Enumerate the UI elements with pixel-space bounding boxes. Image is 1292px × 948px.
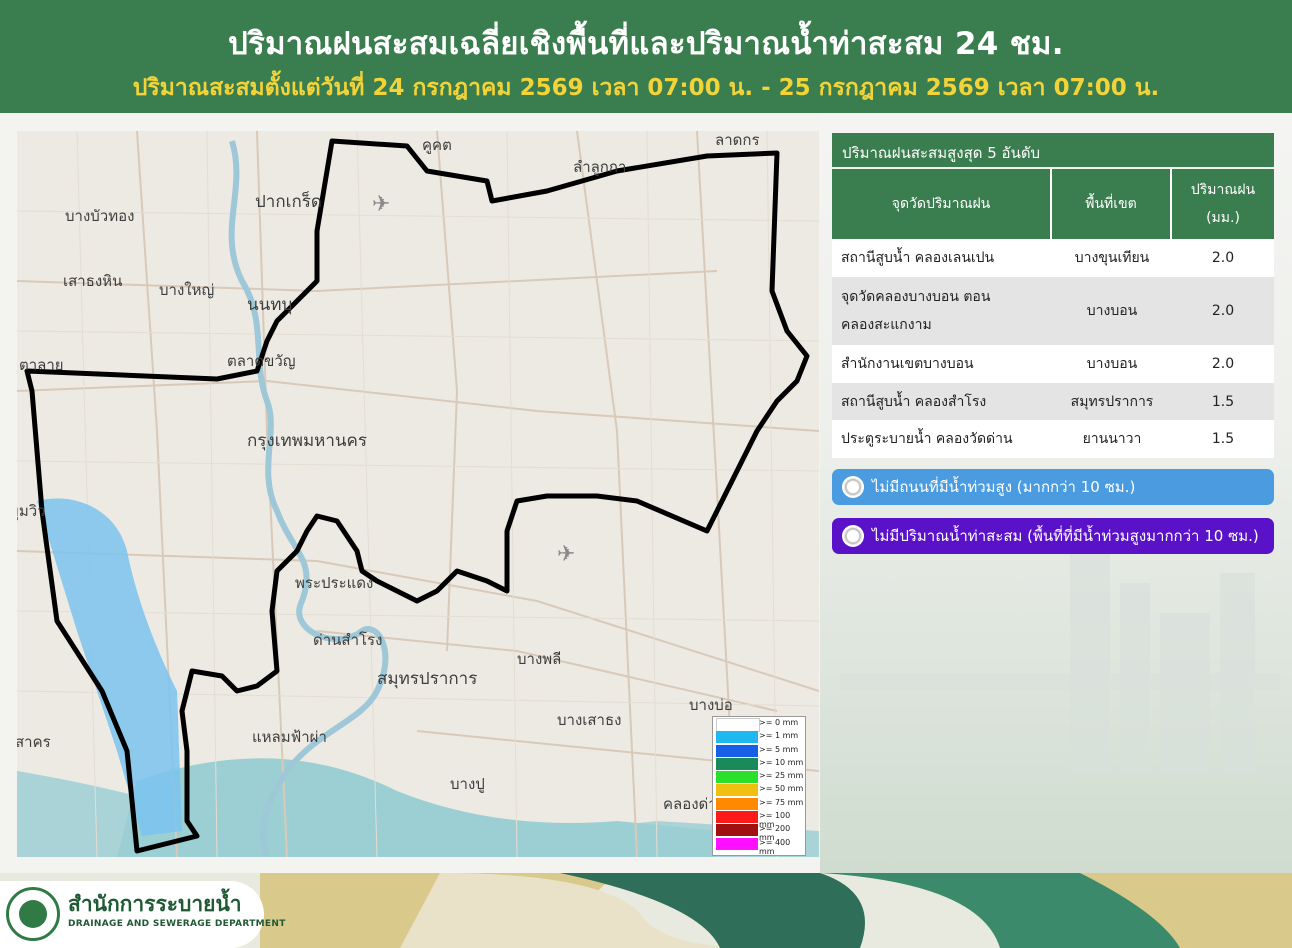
table-row: สถานีสูบน้ำ คลองสำโรง สมุทรปราการ 1.5: [832, 383, 1274, 420]
legend-label: >= 1 mm: [759, 731, 799, 741]
status-roads-badge: ไม่มีถนนที่มีน้ำท่วมสูง (มากกว่า 10 ซม.): [832, 469, 1274, 505]
cell-station: ประตูระบายน้ำ คลองวัดด่าน: [841, 431, 1013, 447]
legend-label: >= 10 mm: [759, 757, 804, 767]
department-seal-icon: [6, 887, 60, 941]
status-runoff-badge: ไม่มีปริมาณน้ำท่าสะสม (พื้นที่ที่มีน้ำท่…: [832, 518, 1274, 554]
place-label: กรุงเทพมหานคร: [247, 431, 368, 451]
legend-swatch: [716, 824, 758, 837]
cell-rainfall: 1.5: [1211, 393, 1235, 410]
chao-phraya-river: [228, 140, 389, 857]
status-dot-icon: [842, 525, 864, 547]
legend-swatch: [716, 771, 758, 784]
status-dot-icon: [842, 476, 864, 498]
top-rainfall-table: ปริมาณฝนสะสมสูงสุด 5 อันดับ จุดวัดปริมาณ…: [832, 133, 1274, 458]
place-label: ด่านสำโรง: [313, 631, 383, 649]
cell-district: บางบอน: [1086, 303, 1138, 319]
cell-station: จุดวัดคลองบางบอน ตอนคลองสะแกงาม: [841, 289, 991, 333]
cell-rainfall: 2.0: [1211, 356, 1235, 372]
place-label: ลำลูกกา: [573, 158, 627, 176]
legend-swatch: [716, 797, 758, 810]
place-label: ตาลาย: [19, 356, 64, 374]
place-label: บางใหญ่: [159, 281, 215, 299]
org-name-english: DRAINAGE AND SEWERAGE DEPARTMENT: [68, 919, 286, 929]
table-row: สถานีสูบน้ำ คลองเลนเปน บางขุนเทียน 2.0: [832, 239, 1274, 277]
legend-item: >= 5 mm: [713, 744, 805, 757]
place-label: เสาธงหิน: [63, 272, 123, 290]
legend-label: >= 400 mm: [759, 837, 791, 856]
legend-item: >= 100 mm: [713, 810, 805, 829]
table-caption: ปริมาณฝนสะสมสูงสุด 5 อันดับ: [832, 133, 1274, 167]
header-district: พื้นที่เขต: [1052, 169, 1172, 239]
cell-district: บางบอน: [1086, 356, 1138, 372]
airport-icon-suvarnabhumi: ✈: [557, 542, 575, 567]
place-label: ลาดกร: [715, 131, 760, 149]
page-subtitle: ปริมาณสะสมตั้งแต่วันที่ 24 กรกฎาคม 2569 …: [132, 75, 1160, 101]
place-label: บางเสาธง: [557, 711, 622, 729]
place-label: ปากเกร็ด: [255, 192, 322, 212]
legend-item: >= 1 mm: [713, 730, 805, 744]
place-label: บางบ่อ: [689, 696, 733, 714]
table-row: จุดวัดคลองบางบอน ตอนคลองสะแกงาม บางบอน 2…: [832, 277, 1274, 345]
place-label: สาคร: [17, 733, 51, 751]
legend-label: >= 0 mm: [759, 718, 799, 727]
legend-swatch: [716, 757, 758, 770]
sea-shore: [117, 758, 717, 857]
header-banner: ปริมาณฝนสะสมเฉลี่ยเชิงพื้นที่และปริมาณน้…: [0, 0, 1292, 113]
legend-label: >= 75 mm: [759, 797, 804, 807]
place-label: คูคต: [422, 136, 452, 154]
cell-station: สำนักงานเขตบางบอน: [841, 356, 974, 372]
legend-swatch: [716, 731, 758, 744]
cell-district: บางขุนเทียน: [1074, 250, 1150, 266]
status-runoff-text: ไม่มีปริมาณน้ำท่าสะสม (พื้นที่ที่มีน้ำท่…: [872, 527, 1259, 545]
place-label: พระประแดง: [295, 574, 374, 592]
header-station: จุดวัดปริมาณฝน: [832, 169, 1052, 239]
rainfall-map: ✈ ✈ คูคต ลาดกร ลำลูกกา ปากเกร็ด บางบัวทอ…: [17, 131, 819, 857]
place-label: บางบัวทอง: [65, 207, 135, 225]
legend-item: >= 10 mm: [713, 757, 805, 770]
place-label: นนทบุ: [247, 295, 293, 315]
place-label: บางพลี: [517, 650, 562, 668]
table-header: จุดวัดปริมาณฝน พื้นที่เขต ปริมาณฝน (มม.): [832, 169, 1274, 239]
header-rainfall: ปริมาณฝน (มม.): [1172, 169, 1274, 239]
legend-label: >= 50 mm: [759, 784, 804, 794]
cell-district: สมุทรปราการ: [1070, 393, 1154, 410]
status-roads-text: ไม่มีถนนที่มีน้ำท่วมสูง (มากกว่า 10 ซม.): [872, 478, 1136, 496]
cell-rainfall: 2.0: [1211, 303, 1235, 319]
cell-rainfall: 1.5: [1211, 431, 1235, 447]
cell-station: สถานีสูบน้ำ คลองเลนเปน: [841, 250, 995, 266]
table-row: ประตูระบายน้ำ คลองวัดด่าน ยานนาวา 1.5: [832, 420, 1274, 458]
place-label: แหลมฟ้าผ่า: [252, 728, 327, 746]
cell-rainfall: 2.0: [1211, 250, 1235, 266]
cell-district: ยานนาวา: [1082, 431, 1142, 447]
table-row: สำนักงานเขตบางบอน บางบอน 2.0: [832, 345, 1274, 383]
place-label: ตลาดขวัญ: [227, 352, 296, 370]
legend-item: >= 75 mm: [713, 797, 805, 810]
map-legend: >= 0 mm >= 1 mm >= 5 mm >= 10 mm >= 25 mm >= …: [712, 716, 806, 856]
legend-label: >= 5 mm: [759, 744, 799, 754]
legend-swatch: [716, 837, 758, 850]
place-label: บางปู: [450, 775, 485, 793]
legend-item: >= 50 mm: [713, 783, 805, 797]
map-graphics: ✈ ✈: [17, 131, 819, 857]
legend-item: >= 25 mm: [713, 770, 805, 784]
airport-icon-donmueang: ✈: [372, 192, 390, 217]
legend-label: >= 25 mm: [759, 771, 804, 781]
legend-item: >= 400 mm: [713, 837, 805, 856]
legend-swatch: [716, 744, 758, 757]
legend-swatch: [716, 784, 758, 797]
legend-item: >= 200 mm: [713, 823, 805, 842]
cell-station: สถานีสูบน้ำ คลองสำโรง: [841, 393, 987, 410]
legend-swatch: [716, 811, 758, 824]
place-label: มุมวิว: [17, 502, 46, 520]
place-label: สมุทรปราการ: [377, 669, 478, 689]
org-name-thai: สำนักการระบายน้ำ: [68, 892, 242, 916]
page-title: ปริมาณฝนสะสมเฉลี่ยเชิงพื้นที่และปริมาณน้…: [228, 26, 1064, 62]
legend-item: >= 0 mm: [713, 717, 805, 732]
